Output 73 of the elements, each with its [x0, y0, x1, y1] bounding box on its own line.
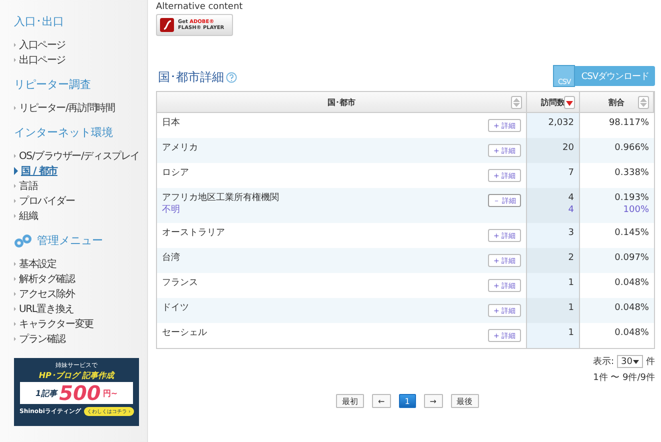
section-heading: 入口･出口 [14, 14, 64, 29]
table-cell: アフリカ地区工業所有権機関 [162, 192, 279, 204]
table-cell: 98.117% [608, 117, 649, 129]
table-cell: ドイツ [162, 302, 189, 314]
sort-desc-icon [566, 98, 573, 107]
table-cell: 1 [568, 302, 574, 314]
table-cell-text: 不明 [162, 204, 181, 216]
table-cell: 台湾 [162, 252, 180, 264]
column-header[interactable]: 国･都市 [157, 92, 527, 113]
table-cell: 3 [568, 227, 574, 239]
gears-icon [14, 234, 32, 248]
nav-link[interactable]: 国 / 都市 [14, 163, 147, 178]
banner-headline: HP･ブログ 記事作成 [38, 370, 114, 381]
table-cell: 0.048% [614, 302, 649, 314]
section-heading: 管理メニュー [37, 233, 103, 248]
table-cell: 20 [562, 142, 574, 154]
result-range: 1件 〜 9件/9件 [593, 372, 655, 384]
page-button[interactable]: 1 [398, 394, 416, 408]
nav-link[interactable]: プロバイダー [14, 193, 147, 208]
dropdown-icon [633, 360, 639, 364]
nav-link[interactable]: 解析タグ確認 [14, 271, 147, 286]
nav-link[interactable]: 基本設定 [14, 256, 147, 271]
nav-link[interactable]: 入口ページ [14, 37, 147, 52]
per-page-select[interactable]: 30 [617, 355, 643, 368]
help-icon[interactable] [226, 72, 237, 83]
alt-text: Alternative content [156, 2, 244, 12]
table-cell: 2,032 [548, 117, 574, 129]
banner-text: 1記事 [35, 388, 58, 398]
table-cell: アメリカ [162, 142, 198, 154]
table-cell: 0.145% [614, 227, 649, 239]
sort-icon [640, 98, 647, 107]
nav-link[interactable]: リピーター/再訪問時間 [14, 100, 147, 115]
table-cell: 4 [568, 204, 574, 216]
nav-link[interactable]: 出口ページ [14, 52, 147, 67]
banner-text: 円~ [102, 388, 118, 398]
page-button[interactable]: 最初 [336, 394, 364, 408]
section-heading: インターネット環境 [14, 125, 113, 140]
column-header[interactable]: 割合 [580, 92, 654, 113]
section-title: 国･都市詳細 [158, 69, 224, 86]
table-cell: 0.193% [614, 192, 649, 204]
nav-link[interactable]: 組織 [14, 208, 147, 223]
nav-link[interactable]: プラン確認 [14, 331, 147, 346]
banner-price: 500 [59, 383, 101, 403]
table-cell: 4 [568, 192, 574, 204]
per-page-unit: 件 [646, 356, 655, 368]
table-cell: 0.966% [614, 142, 649, 154]
page-button[interactable]: ← [372, 394, 391, 408]
table-cell: 0.338% [614, 167, 649, 179]
sort-icon [513, 98, 520, 107]
table-cell: 1 [568, 327, 574, 339]
table-cell: 0.048% [614, 327, 649, 339]
table-cell: 7 [568, 167, 574, 179]
nav-link[interactable]: キャラクター変更 [14, 316, 147, 331]
nav-link[interactable]: OS/ブラウザー/ディスプレイ [14, 148, 147, 163]
page-button[interactable]: 最後 [450, 394, 478, 408]
table-cell: 0.048% [614, 277, 649, 289]
nav-link[interactable]: URL置き換え [14, 301, 147, 316]
table-cell: 0.097% [614, 252, 649, 264]
flash-logo-icon [160, 18, 174, 32]
table-cell: 100% [623, 204, 649, 216]
page-button[interactable]: → [424, 394, 442, 408]
nav-link[interactable]: 言語 [14, 178, 147, 193]
table-cell: 2 [568, 252, 574, 264]
per-page-label: 表示: [592, 356, 614, 368]
nav-link[interactable]: アクセス除外 [14, 286, 147, 301]
table-cell: 1 [568, 277, 574, 289]
column-header[interactable]: 訪問数 [527, 92, 580, 113]
table-cell: フランス [162, 277, 198, 289]
table-cell: ロシア [162, 167, 189, 179]
table-cell: オーストラリア [162, 227, 225, 239]
table-cell: 日本 [162, 117, 180, 129]
table-cell: セーシェル [162, 327, 207, 339]
section-heading: リピーター調査 [14, 77, 91, 92]
